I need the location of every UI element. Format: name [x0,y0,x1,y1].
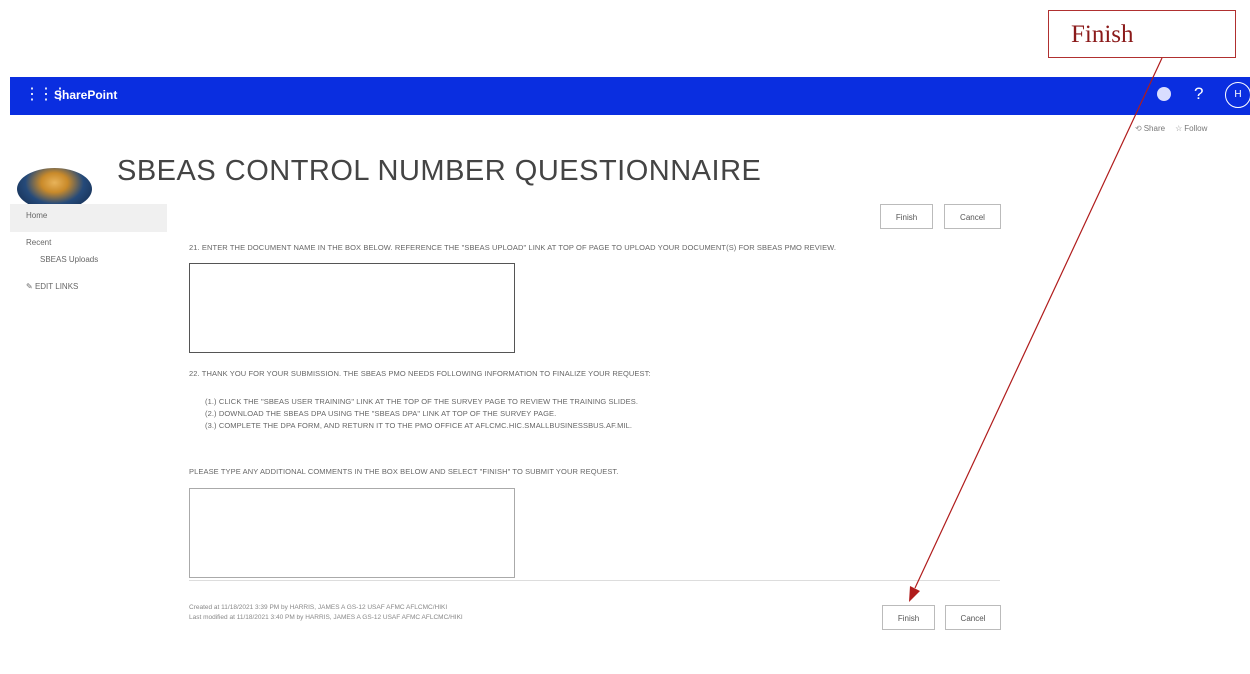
annotation-arrow [909,57,1163,602]
